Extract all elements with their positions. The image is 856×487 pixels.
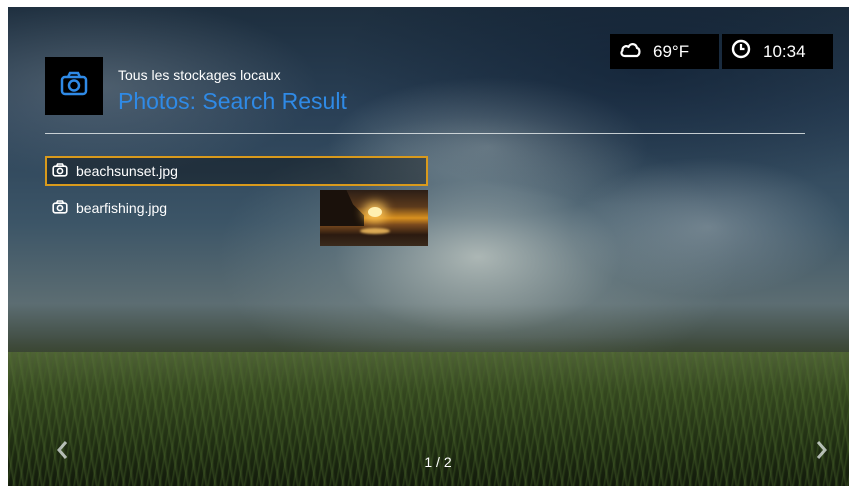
header-divider	[45, 133, 805, 134]
camera-icon	[52, 199, 68, 217]
next-page-button[interactable]	[812, 437, 832, 467]
page-title: Photos: Search Result	[118, 88, 347, 114]
clock-widget: 10:34	[722, 34, 833, 69]
photos-app-icon	[45, 57, 103, 115]
file-name: bearfishing.jpg	[76, 200, 168, 216]
clock-time: 10:34	[763, 41, 806, 61]
photo-preview-thumbnail	[320, 190, 428, 246]
breadcrumb: Tous les stockages locaux	[118, 67, 281, 83]
previous-page-button[interactable]	[52, 437, 72, 467]
camera-icon	[52, 162, 68, 180]
list-item[interactable]: beachsunset.jpg	[45, 156, 428, 186]
thumbnail-reflection	[360, 228, 390, 234]
weather-widget: 69°F	[610, 34, 719, 69]
cloud-icon	[619, 40, 641, 63]
camera-icon	[59, 71, 89, 102]
thumbnail-rock	[320, 190, 364, 226]
page-indicator: 1 / 2	[424, 454, 452, 470]
chevron-left-icon	[55, 439, 69, 466]
chevron-right-icon	[815, 439, 829, 466]
thumbnail-sun	[368, 207, 382, 217]
background-cloud	[568, 157, 848, 297]
file-name: beachsunset.jpg	[76, 163, 178, 179]
media-screen: Tous les stockages locaux Photos: Search…	[8, 7, 849, 486]
temperature-value: 69°F	[653, 41, 690, 61]
clock-icon	[731, 39, 751, 64]
